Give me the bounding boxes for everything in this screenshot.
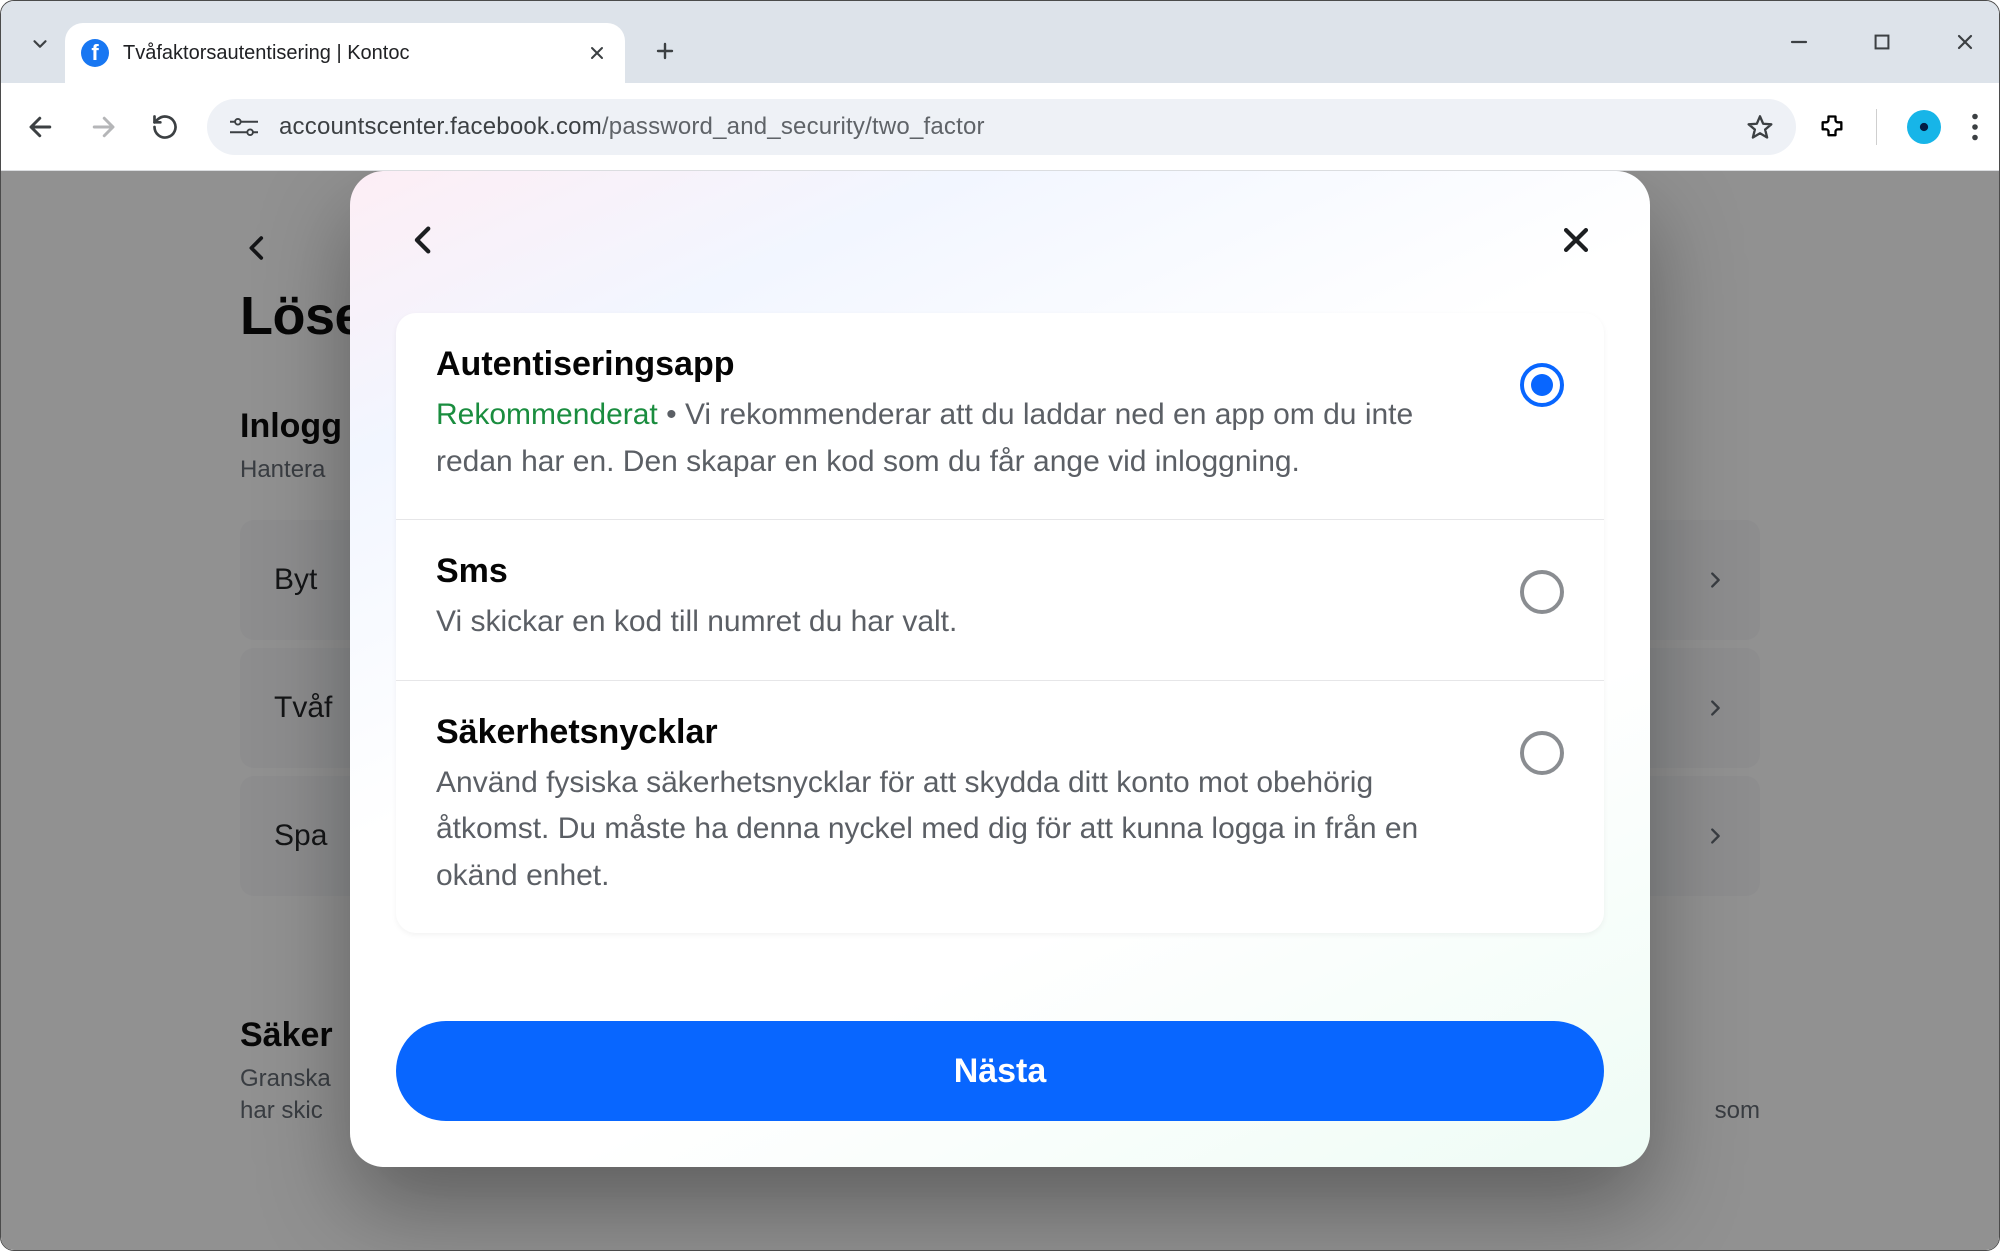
- site-settings-button[interactable]: [229, 112, 259, 142]
- option-authenticator-app[interactable]: Autentiseringsapp Rekommenderat • Vi rek…: [396, 313, 1604, 520]
- option-security-keys[interactable]: Säkerhetsnycklar Använd fysiska säkerhet…: [396, 681, 1604, 934]
- modal-back-button[interactable]: [396, 212, 452, 268]
- tab-title: Tvåfaktorsautentisering | Kontoc: [123, 42, 573, 65]
- reload-icon: [151, 113, 179, 141]
- option-description: Använd fysiska säkerhetsnycklar för att …: [436, 760, 1490, 900]
- option-title: Sms: [436, 552, 1490, 591]
- browser-menu-button[interactable]: [1971, 113, 1979, 141]
- url-text: accountscenter.facebook.com/password_and…: [279, 113, 1726, 141]
- plus-icon: [653, 39, 677, 63]
- option-title: Säkerhetsnycklar: [436, 713, 1490, 752]
- radio-unselected[interactable]: [1520, 731, 1564, 775]
- method-options: Autentiseringsapp Rekommenderat • Vi rek…: [396, 313, 1604, 933]
- content-area: Löse Inlogg Hantera Byt Tvåf: [1, 171, 1999, 1250]
- url-path: /password_and_security/two_factor: [602, 113, 985, 140]
- profile-button[interactable]: [1907, 110, 1941, 144]
- eye-icon: [1913, 116, 1935, 138]
- next-button[interactable]: Nästa: [396, 1021, 1604, 1121]
- radio-selected[interactable]: [1520, 363, 1564, 407]
- url-host: accountscenter.facebook.com: [279, 113, 602, 140]
- window-minimize-button[interactable]: [1787, 30, 1811, 54]
- two-factor-method-modal: Autentiseringsapp Rekommenderat • Vi rek…: [350, 171, 1650, 1167]
- close-icon: [1559, 223, 1593, 257]
- tab-search-button[interactable]: [15, 19, 65, 69]
- maximize-icon: [1871, 31, 1893, 53]
- modal-header: [396, 205, 1604, 275]
- address-bar[interactable]: accountscenter.facebook.com/password_and…: [207, 99, 1796, 155]
- nav-forward-button[interactable]: [83, 107, 123, 147]
- puzzle-icon: [1818, 113, 1846, 141]
- toolbar-right: [1818, 109, 1979, 145]
- arrow-right-icon: [88, 112, 118, 142]
- browser-tab[interactable]: f Tvåfaktorsautentisering | Kontoc: [65, 23, 625, 83]
- chevron-down-icon: [29, 33, 51, 55]
- chevron-left-icon: [407, 223, 441, 257]
- option-description: Vi skickar en kod till numret du har val…: [436, 599, 1490, 646]
- nav-back-button[interactable]: [21, 107, 61, 147]
- browser-window: f Tvåfaktorsautentisering | Kontoc: [0, 0, 2000, 1251]
- more-vertical-icon: [1971, 113, 1979, 141]
- window-controls: [1787, 1, 1977, 83]
- window-close-button[interactable]: [1953, 30, 1977, 54]
- star-icon: [1746, 113, 1774, 141]
- window-maximize-button[interactable]: [1871, 31, 1893, 53]
- close-icon: [1953, 30, 1977, 54]
- radio-unselected[interactable]: [1520, 570, 1564, 614]
- nav-reload-button[interactable]: [145, 107, 185, 147]
- modal-close-button[interactable]: [1548, 212, 1604, 268]
- bookmark-button[interactable]: [1746, 113, 1774, 141]
- facebook-favicon: f: [81, 39, 109, 67]
- extensions-button[interactable]: [1818, 113, 1846, 141]
- tab-strip: f Tvåfaktorsautentisering | Kontoc: [1, 1, 1999, 83]
- arrow-left-icon: [26, 112, 56, 142]
- toolbar-divider: [1876, 109, 1877, 145]
- option-description: Rekommenderat • Vi rekommenderar att du …: [436, 392, 1490, 485]
- tune-icon: [230, 116, 258, 138]
- tab-close-button[interactable]: [587, 43, 607, 63]
- browser-toolbar: accountscenter.facebook.com/password_and…: [1, 83, 1999, 171]
- option-sms[interactable]: Sms Vi skickar en kod till numret du har…: [396, 520, 1604, 681]
- option-title: Autentiseringsapp: [436, 345, 1490, 384]
- new-tab-button[interactable]: [643, 29, 687, 73]
- recommended-badge: Rekommenderat: [436, 398, 658, 431]
- minimize-icon: [1787, 30, 1811, 54]
- close-icon: [587, 43, 607, 63]
